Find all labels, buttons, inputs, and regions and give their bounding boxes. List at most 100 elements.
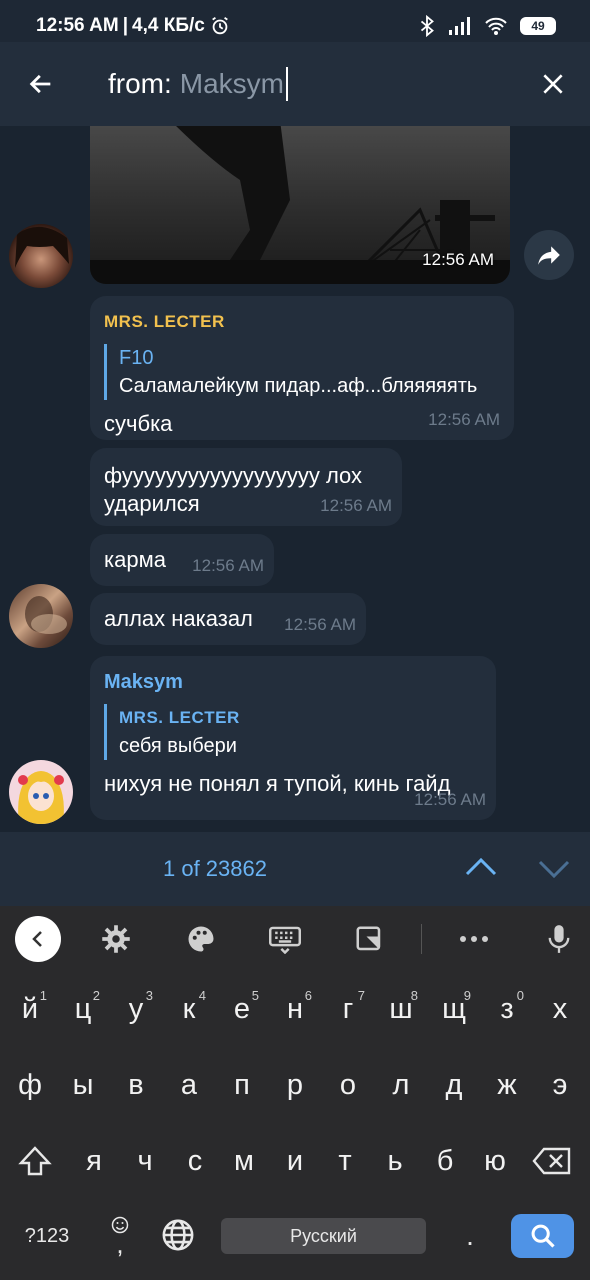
message-time: 12:56 AM [284,615,356,634]
avatar-image [15,226,69,268]
key[interactable]: в [111,1056,161,1114]
previous-result-button[interactable] [463,854,499,885]
key[interactable]: з0 [482,980,532,1038]
reply-preview[interactable]: MRS. LECTER себя выбери [104,704,482,760]
key[interactable]: о [323,1056,373,1114]
key[interactable]: л [376,1056,426,1114]
reply-name: F10 [119,347,154,369]
keyboard-mode-button[interactable] [264,918,306,960]
keyboard-icon [269,926,301,954]
palette-icon [188,926,214,952]
message-time: 12:56 AM [422,250,494,269]
keyboard-collapse-button[interactable] [15,916,61,962]
arrow-left-icon [29,74,51,94]
reply-name: MRS. LECTER [119,708,240,727]
key[interactable]: и [270,1132,320,1190]
keyboard: й1 ц2 у3 к4 е5 н6 г7 ш8 щ9 з0 х ф ы в а … [0,906,590,1280]
alarm-icon [212,16,228,35]
close-icon [543,74,563,94]
message-bubble[interactable]: Maksym MRS. LECTER себя выбери нихуя не … [90,656,496,820]
result-counter: 1 of 23862 [163,856,267,881]
avatar[interactable] [9,224,73,288]
clipboard-button[interactable] [348,918,390,960]
key[interactable]: к4 [164,980,214,1038]
search-prefix: from: [108,68,172,99]
settings-button[interactable] [95,918,137,960]
key[interactable]: п [217,1056,267,1114]
signal-icon [449,17,470,35]
status-time: 12:56 AM [36,15,119,36]
shift-key[interactable] [10,1132,60,1190]
key[interactable]: ф [5,1056,55,1114]
key[interactable]: е5 [217,980,267,1038]
message-bubble[interactable]: фуууууууууууууууууу лох ударился 12:56 A… [90,448,402,526]
backspace-icon [532,1147,571,1175]
key[interactable]: т [320,1132,370,1190]
more-dots-icon [460,936,488,942]
chevron-down-icon [538,860,570,879]
key[interactable]: м [219,1132,269,1190]
key[interactable]: д [429,1056,479,1114]
theme-button[interactable] [180,918,222,960]
key[interactable]: ч [120,1132,170,1190]
sender-name: MRS. LECTER [104,312,225,331]
key[interactable]: х [535,980,585,1038]
chevron-left-icon [32,931,42,947]
key[interactable]: ц2 [58,980,108,1038]
key[interactable]: ь [370,1132,420,1190]
search-input[interactable]: from: Maksym [82,67,516,101]
avatar-image [25,596,67,634]
language-key[interactable] [159,1216,197,1254]
photo-message[interactable]: 12:56 AM [90,126,510,284]
next-result-button[interactable] [536,856,572,887]
close-search-button[interactable] [516,42,590,126]
key[interactable]: б [420,1132,470,1190]
key[interactable]: г7 [323,980,373,1038]
message-bubble[interactable]: MRS. LECTER F10 Саламалейкум пидар...аф.… [90,296,514,440]
key[interactable]: я [69,1132,119,1190]
search-icon [531,1224,555,1248]
key[interactable]: э [535,1056,585,1114]
chat-area[interactable]: 12:56 AM MRS. LECTER F10 Саламалейкум пи… [0,126,590,832]
forward-button[interactable] [524,230,574,280]
key[interactable]: р [270,1056,320,1114]
globe-icon [162,1219,194,1251]
key[interactable]: с [170,1132,220,1190]
key[interactable]: ы [58,1056,108,1114]
symbols-key[interactable]: ?123 [16,1216,78,1256]
key[interactable]: щ9 [429,980,479,1038]
microphone-icon [548,925,570,953]
message-bubble[interactable]: аллах наказал 12:56 AM [90,593,366,645]
backspace-key[interactable] [527,1132,577,1190]
message-text-line1: фуууууууууууууууууу лох [104,463,363,488]
key[interactable]: й1 [5,980,55,1038]
key[interactable]: н6 [270,980,320,1038]
key[interactable]: ю [470,1132,520,1190]
reply-preview[interactable]: F10 Саламалейкум пидар...аф...бляяяяять [104,344,500,400]
period-key[interactable]: . [455,1216,485,1256]
emoji-comma-key[interactable]: , [104,1212,136,1258]
search-query: Maksym [179,68,285,99]
shift-icon [18,1146,52,1176]
search-action-key[interactable] [511,1214,574,1258]
wifi-icon [485,17,507,35]
key[interactable]: а [164,1056,214,1114]
message-time: 12:56 AM [320,496,392,515]
avatar[interactable] [9,584,73,648]
back-button[interactable] [0,42,82,126]
key[interactable]: ж [482,1056,532,1114]
message-time: 12:56 AM [414,790,486,809]
key[interactable]: ш8 [376,980,426,1038]
message-text: аллах наказал [104,606,253,631]
message-bubble[interactable]: карма 12:56 AM [90,534,274,586]
voice-input-button[interactable] [538,918,580,960]
avatar[interactable] [9,760,73,824]
space-key[interactable]: Русский [221,1218,426,1254]
key[interactable]: у3 [111,980,161,1038]
message-time: 12:56 AM [192,556,264,575]
message-text: карма [104,547,166,572]
more-options-button[interactable] [453,918,495,960]
search-results-bar: 1 of 23862 [0,832,590,906]
toolbar-divider [421,924,422,954]
gear-icon [102,925,130,953]
